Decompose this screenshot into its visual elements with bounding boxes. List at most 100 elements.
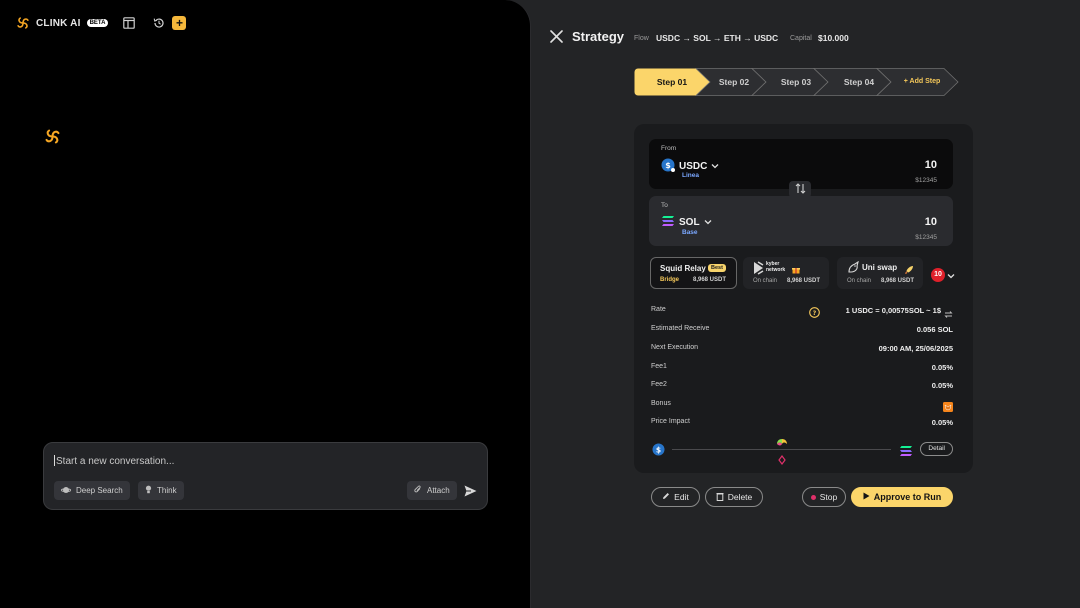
approve-to-run-button[interactable]: Approve to Run [851,487,953,507]
from-chain: Linea [682,172,699,179]
chat-composer[interactable]: Start a new conversation... Deep Search … [43,442,488,510]
chevron-down-icon [704,217,712,228]
route-name: Squid Relay [660,264,706,273]
rate-row: Rate ? 1 USDC = 0,00575SOL ~ 1$ [651,306,953,320]
stop-dot-icon [810,494,816,500]
receive-value: 0.056 SOL [916,325,953,334]
clink-logo-icon [16,16,30,30]
to-usd: $12345 [915,234,937,241]
route-option-squid[interactable]: Squid Relay Best Bridge 8,968 USDT [650,257,737,289]
edit-button[interactable]: Edit [651,487,700,507]
planet-icon [60,486,72,496]
capital-value: $10.000 [818,33,849,43]
to-label: To [661,202,668,209]
route-option-kyber[interactable]: kyber network On chain 8,968 USDT [743,257,829,289]
sol-icon [661,215,675,230]
rate-label: Rate [651,306,666,313]
impact-label: Price Impact [651,418,690,425]
route-value: 8,968 USDT [787,278,821,284]
route-type: On chain [753,278,778,284]
history-icon[interactable] [152,16,166,30]
tab-step-01[interactable]: Step 01 [634,68,710,96]
route-type: Bridge [660,277,680,283]
fee2-label: Fee2 [651,381,667,388]
fee2-row: Fee2 0.05% [651,381,953,395]
send-icon[interactable] [464,484,477,502]
brand-name: CLINK AI [36,17,81,29]
path-dex-icon [777,452,787,470]
tab-step-04[interactable]: Step 04 [828,68,890,96]
think-label: Think [157,486,177,495]
attach-button[interactable]: Attach [407,481,457,500]
rate-token-icon: ? [809,305,820,323]
to-chain: Base [682,229,698,236]
close-icon[interactable] [550,30,563,48]
uniswap-logo-icon [847,260,860,279]
path-sol-icon [899,444,913,462]
svg-text:$: $ [656,445,661,454]
strategy-card: From $ USDC Linea 10 $12345 To SOL Base … [634,124,973,473]
tab-step-02[interactable]: Step 02 [706,68,762,96]
swap-arrows-icon [795,182,806,197]
chevron-down-icon [947,266,955,284]
svg-text:$: $ [665,161,671,170]
attach-label: Attach [427,486,450,495]
delete-button[interactable]: Delete [705,487,763,507]
deep-search-button[interactable]: Deep Search [54,481,130,500]
fee1-value: 0.05% [931,363,953,372]
tab-step-03[interactable]: Step 03 [766,68,826,96]
flow-value: USDC → SOL → ETH → USDC [656,33,779,43]
deep-search-label: Deep Search [76,486,123,495]
clink-spark-icon [44,128,61,150]
refresh-icon[interactable] [944,306,953,324]
gift-icon [792,261,800,279]
new-chat-button[interactable]: + [172,16,187,30]
next-label: Next Execution [651,344,699,351]
paperclip-icon [414,485,422,496]
to-amount[interactable]: 10 [925,216,937,228]
approve-label: Approve to Run [873,492,942,502]
detail-button[interactable]: Detail [920,442,953,456]
route-value: 8,968 USDT [881,278,915,284]
delete-label: Delete [727,492,753,502]
flow-label: Flow [634,35,649,42]
svg-text:?: ? [813,310,817,317]
to-box[interactable]: To SOL Base 10 $12345 [649,196,953,246]
stop-button[interactable]: Stop [802,487,846,507]
from-amount[interactable]: 10 [925,159,937,171]
play-icon [863,492,870,502]
from-usd: $12345 [915,177,937,184]
page-title: Strategy [572,29,625,44]
usdc-icon: $ [661,158,675,175]
chat-topbar: CLINK AI BETA + [16,16,187,30]
step-tabs: Step 01 Step 02 Step 03 Step 04 + Add St… [634,68,964,96]
beta-badge: BETA [86,19,109,27]
pencil-icon [662,492,670,502]
best-badge: Best [708,264,726,272]
route-name: kyber network [766,261,786,273]
fee1-row: Fee1 0.05% [651,363,953,377]
bonus-row: Bonus [651,400,953,414]
bonus-label: Bonus [651,400,671,407]
to-token-select[interactable]: SOL [661,215,712,230]
fox-icon [943,399,953,417]
bulb-icon [145,485,152,496]
more-routes-button[interactable]: 10 [931,266,955,284]
capital-label: Capital [790,35,812,42]
route-name: Uni swap [862,263,898,272]
more-routes-count: 10 [931,268,945,282]
price-impact-row: Price Impact 0.05% [651,418,953,432]
edit-label: Edit [674,492,689,502]
chevron-down-icon [711,161,719,172]
chat-panel: CLINK AI BETA + Start a new conversation… [0,0,531,608]
layout-icon[interactable] [122,16,136,30]
next-value: 09:00 AM, 25/06/2025 [878,344,953,353]
think-button[interactable]: Think [138,481,184,500]
fee1-label: Fee1 [651,363,667,370]
add-step-button[interactable]: + Add Step [892,68,952,96]
route-value: 8,968 USDT [693,277,727,283]
impact-value: 0.05% [931,418,953,427]
trash-icon [716,492,724,503]
route-option-uniswap[interactable]: Uni swap On chain 8,968 USDT [837,257,923,289]
chat-input[interactable]: Start a new conversation... [54,455,174,467]
